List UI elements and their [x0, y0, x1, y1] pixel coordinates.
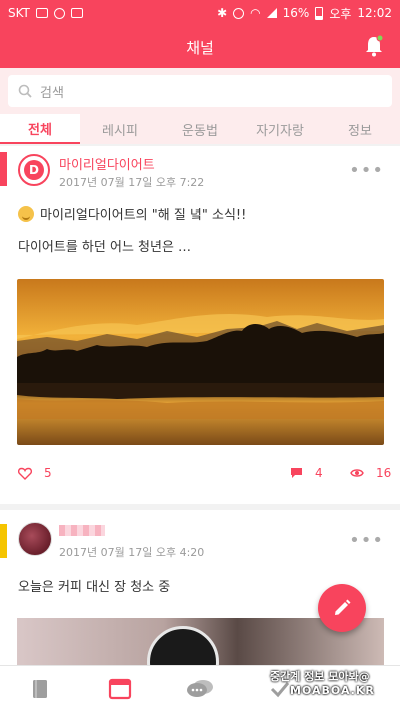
like-count: 5: [44, 466, 52, 480]
write-post-button[interactable]: [318, 584, 366, 632]
post-stats: 5 4 16: [0, 466, 400, 490]
author-name[interactable]: 마이리얼다이어트: [59, 154, 155, 173]
search-placeholder: 검색: [40, 85, 64, 101]
more-options-icon[interactable]: •••: [349, 530, 384, 551]
signal-icon: [266, 8, 277, 18]
sync-icon: [53, 7, 65, 19]
channel-icon: [108, 678, 132, 699]
like-stat[interactable]: 5: [18, 466, 52, 480]
tab-self-boast[interactable]: 자기자랑: [240, 114, 320, 144]
comment-icon: [291, 468, 302, 478]
page-title: 채널: [186, 38, 214, 57]
category-tabs: 전체 레시피 운동법 자기자랑 정보: [0, 114, 400, 144]
time-ampm: 오후: [329, 6, 352, 21]
starbucks-logo-image: [147, 626, 219, 665]
post-timestamp: 2017년 07월 17일 오후 7:22: [59, 176, 205, 189]
search-icon: [18, 84, 32, 98]
chat-bubbles-icon: [187, 679, 213, 697]
nav-chat[interactable]: [160, 666, 240, 711]
post-body: 오늘은 커피 대신 장 청소 중: [18, 580, 171, 595]
comment-count: 4: [315, 466, 323, 480]
post-accent-bar: [0, 152, 7, 186]
status-bar: SKT ✱ ◠ 16% 오후 12:02: [0, 0, 400, 26]
more-options-icon[interactable]: •••: [349, 160, 384, 181]
eye-icon: [350, 469, 364, 477]
clock: 12:02: [357, 6, 392, 20]
battery-percent: 16%: [282, 6, 310, 20]
watermark-line1: 중간계 정보 모아봐@: [270, 670, 370, 683]
mail-icon: [70, 8, 83, 18]
nav-channel[interactable]: [80, 666, 160, 711]
tab-workout[interactable]: 운동법: [160, 114, 240, 144]
hugging-emoji-icon: [18, 205, 34, 222]
author-avatar[interactable]: [18, 522, 52, 556]
post-title: 마이리얼다이어트의 "해 질 녘" 소식!!: [40, 208, 247, 223]
view-count: 16: [376, 466, 392, 480]
avatar-letter: D: [24, 160, 44, 180]
carrier-label: SKT: [8, 6, 30, 20]
watermark-line2: MOABOA.KR: [290, 684, 375, 697]
post-accent-bar: [0, 524, 7, 558]
tab-recipe[interactable]: 레시피: [80, 114, 160, 144]
bluetooth-icon: ✱: [217, 6, 228, 20]
search-input[interactable]: 검색: [8, 75, 392, 107]
post-body: 다이어트를 하던 어느 청년은 …: [18, 240, 192, 255]
pencil-icon: [335, 599, 351, 615]
book-icon: [33, 679, 47, 698]
tab-all[interactable]: 전체: [0, 114, 80, 144]
alarm-icon: [233, 7, 245, 19]
view-stat: 16: [350, 466, 391, 480]
feed-post[interactable]: D 마이리얼다이어트 2017년 07월 17일 오후 7:22 ••• 마이리…: [0, 146, 400, 504]
author-name-redacted: [59, 525, 105, 536]
comment-stat[interactable]: 4: [290, 466, 323, 480]
wifi-icon: ◠: [250, 6, 261, 20]
post-timestamp: 2017년 07월 17일 오후 4:20: [59, 546, 205, 559]
post-title-line: 마이리얼다이어트의 "해 질 녘" 소식!!: [18, 204, 246, 223]
author-avatar[interactable]: D: [18, 154, 50, 186]
watermark: 중간계 정보 모아봐@ MOABOA.KR: [270, 668, 400, 708]
nav-diary[interactable]: [0, 666, 80, 711]
search-bar-container: 검색: [0, 68, 400, 114]
gallery-icon: [35, 8, 48, 18]
post-image-sunset[interactable]: [17, 279, 384, 445]
tab-info[interactable]: 정보: [320, 114, 400, 144]
notification-bell-icon[interactable]: [364, 34, 384, 58]
app-bar: 채널: [0, 26, 400, 68]
heart-icon: [18, 467, 32, 480]
battery-icon: [315, 6, 324, 20]
